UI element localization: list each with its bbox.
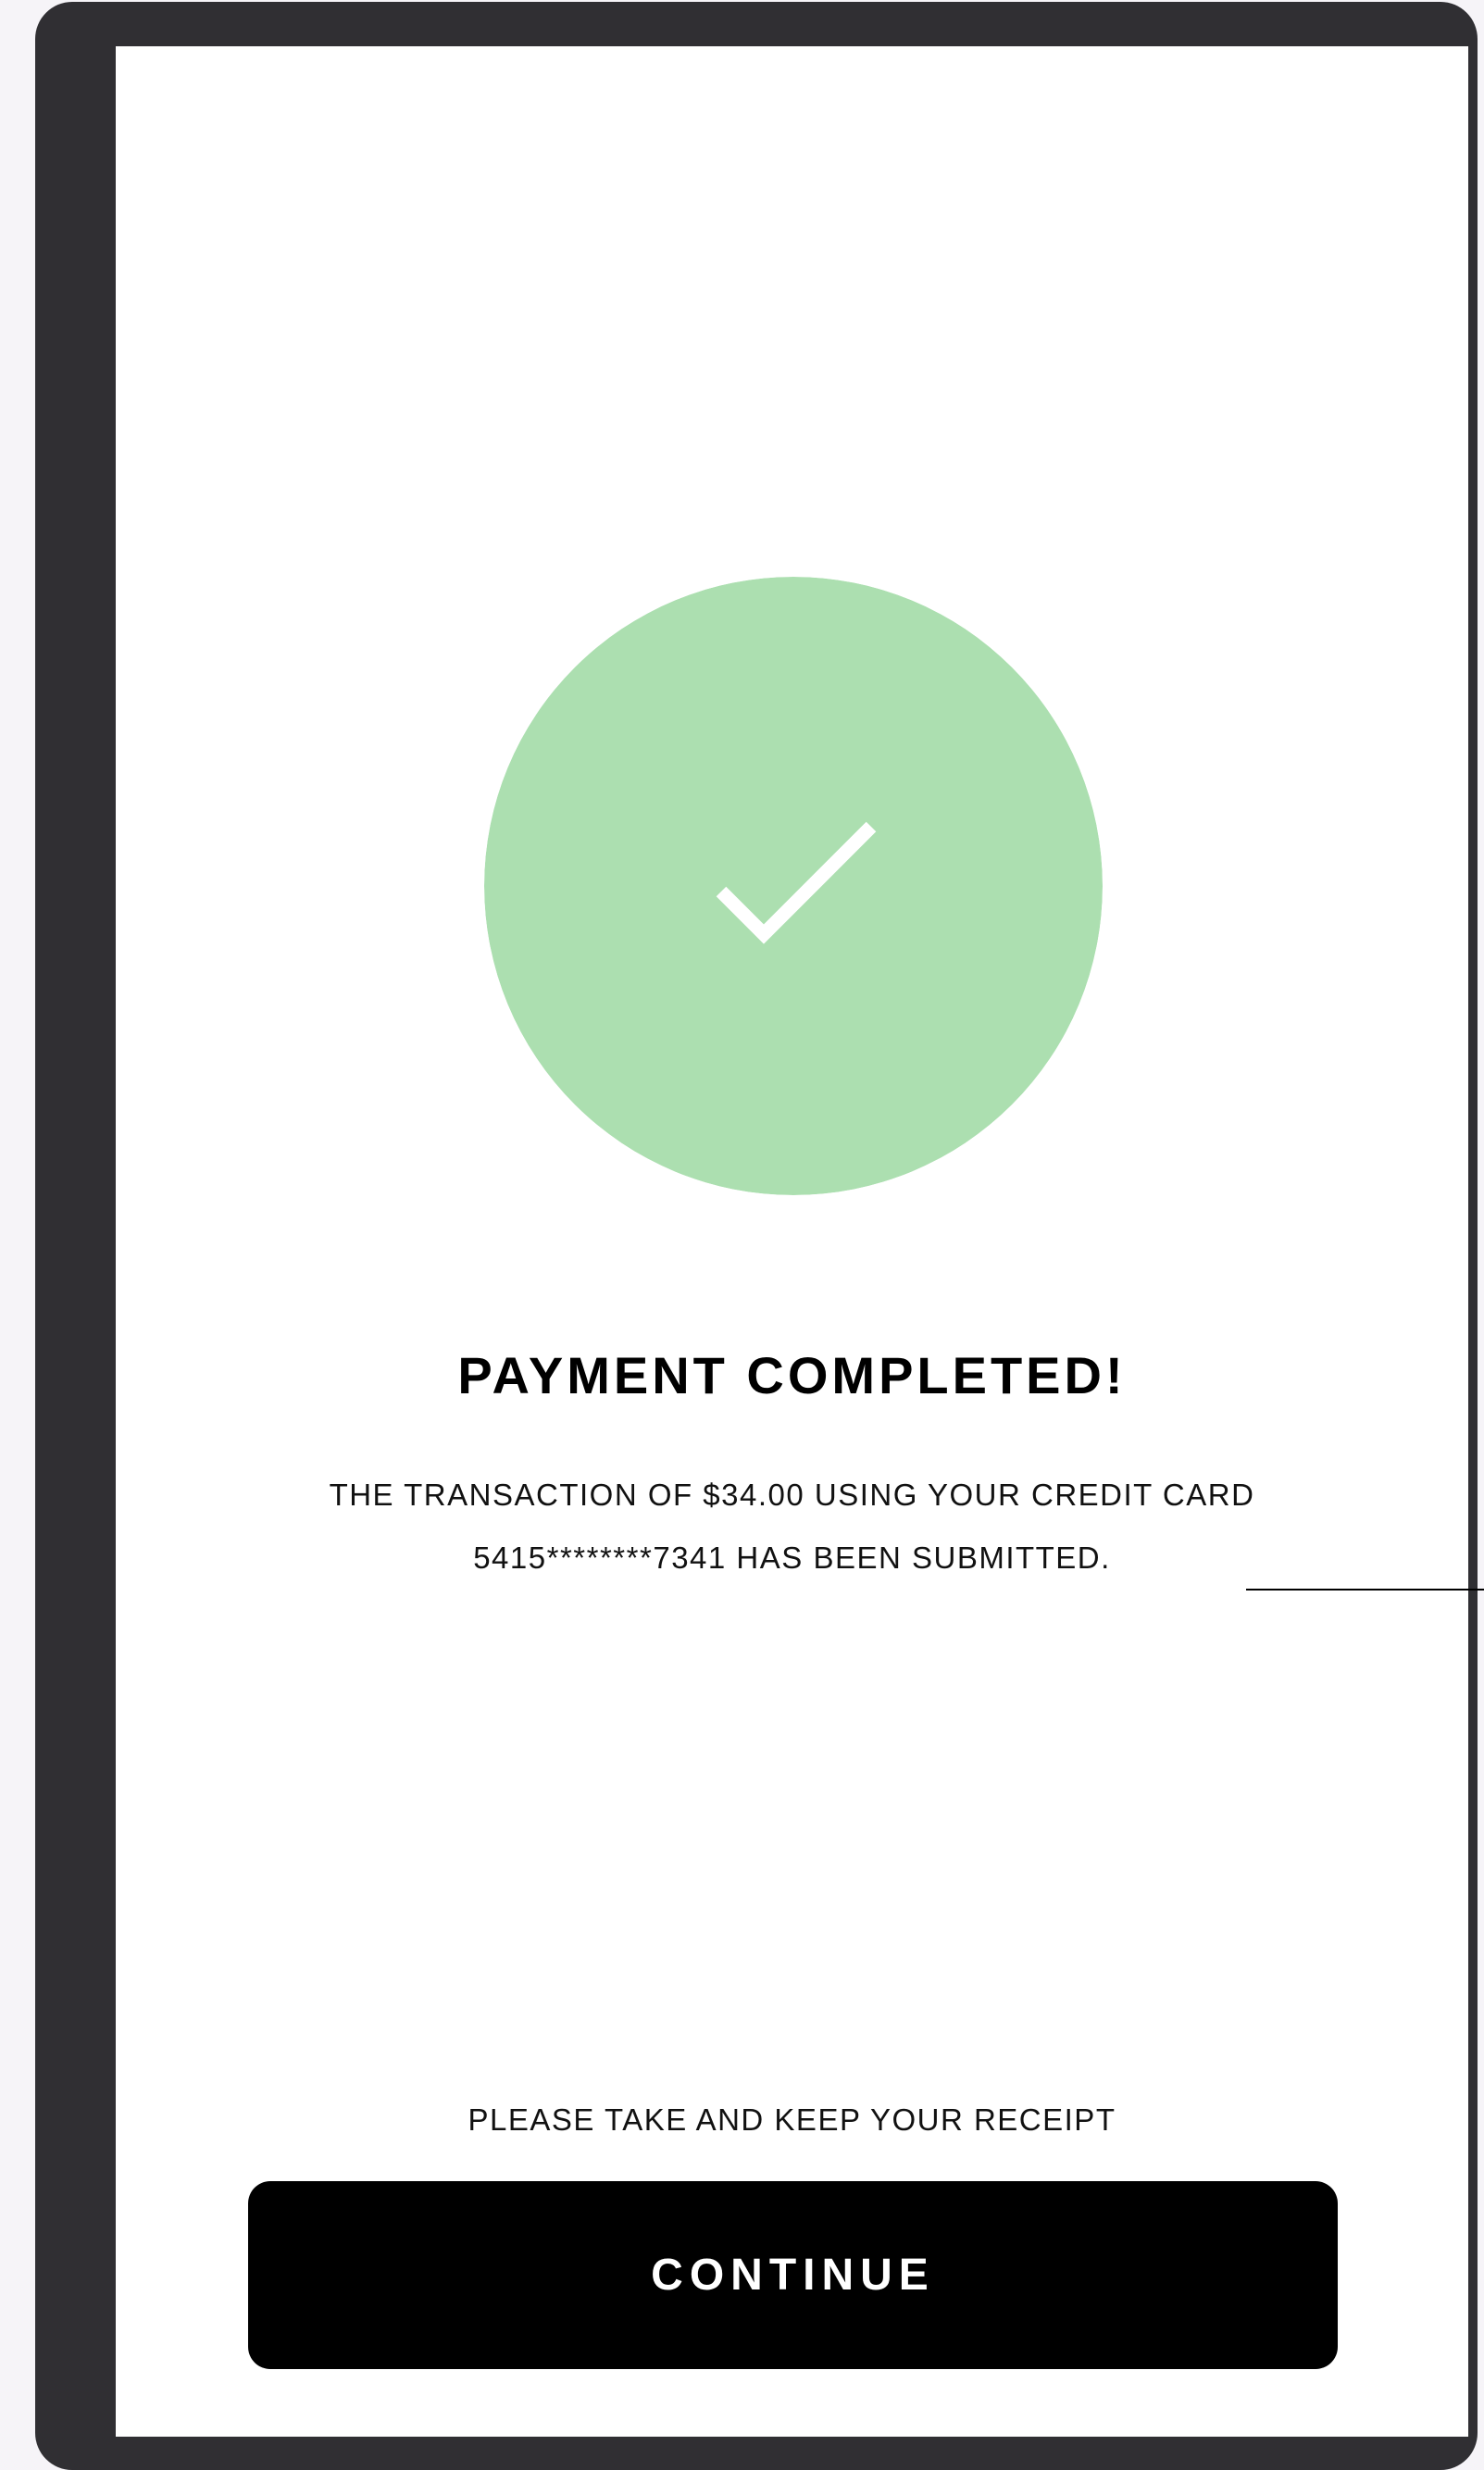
continue-button[interactable]: CONTINUE — [248, 2181, 1338, 2369]
kiosk-frame: PAYMENT COMPLETED! THE TRANSACTION OF $3… — [35, 2, 1478, 2470]
transaction-message: THE TRANSACTION OF $34.00 USING YOUR CRE… — [116, 1464, 1468, 1590]
success-badge — [484, 577, 1103, 1195]
payment-screen: PAYMENT COMPLETED! THE TRANSACTION OF $3… — [116, 46, 1468, 2437]
receipt-instruction: PLEASE TAKE AND KEEP YOUR RECEIPT — [468, 2102, 1116, 2137]
transaction-message-line: 5415********7341 HAS BEEN SUBMITTED. — [473, 1541, 1111, 1575]
payment-status-title: PAYMENT COMPLETED! — [457, 1346, 1127, 1404]
divider — [1246, 1589, 1484, 1591]
transaction-message-line: THE TRANSACTION OF $34.00 USING YOUR CRE… — [329, 1478, 1255, 1512]
